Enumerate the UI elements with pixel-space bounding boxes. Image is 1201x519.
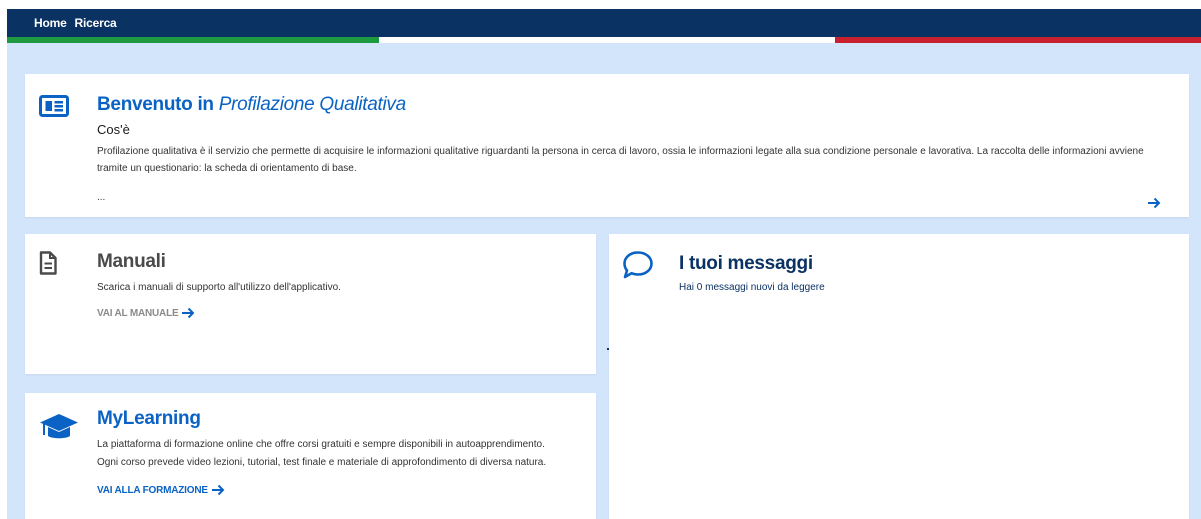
learning-card: MyLearning La piattaforma di formazione … — [25, 393, 596, 519]
decorative-dot — [607, 348, 609, 350]
top-navbar: Home Ricerca — [7, 9, 1201, 37]
nav-ricerca-link[interactable]: Ricerca — [75, 16, 117, 30]
learning-link-label: VAI ALLA FORMAZIONE — [97, 484, 208, 496]
document-icon — [39, 251, 57, 275]
welcome-title: Benvenuto in Profilazione Qualitativa — [97, 94, 406, 116]
welcome-title-prefix: Benvenuto in — [97, 94, 214, 115]
manuali-title: Manuali — [97, 251, 166, 272]
arrow-right-icon — [211, 484, 225, 496]
manuali-description: Scarica i manuali di supporto all'utiliz… — [97, 282, 341, 293]
learning-link[interactable]: VAI ALLA FORMAZIONE — [97, 484, 225, 496]
messaggi-title: I tuoi messaggi — [679, 253, 813, 274]
manuali-card: Manuali Scarica i manuali di supporto al… — [25, 234, 596, 374]
welcome-description: Profilazione qualitativa è il servizio c… — [97, 146, 1144, 174]
manuali-link[interactable]: VAI AL MANUALE — [97, 307, 195, 319]
learning-description-2: Ogni corso prevede video lezioni, tutori… — [97, 457, 547, 468]
welcome-more-arrow-icon[interactable] — [1147, 197, 1161, 209]
messaggi-description: Hai 0 messaggi nuovi da leggere — [679, 282, 825, 293]
newspaper-icon — [39, 95, 69, 117]
welcome-title-app: Profilazione Qualitativa — [218, 94, 406, 115]
arrow-right-icon — [182, 307, 195, 319]
learning-title: MyLearning — [97, 408, 201, 429]
nav-home-link[interactable]: Home — [34, 16, 67, 30]
welcome-subtitle: Cos'è — [97, 122, 130, 137]
manuali-link-label: VAI AL MANUALE — [97, 307, 179, 319]
chat-bubble-icon — [623, 251, 653, 279]
graduation-cap-icon — [40, 414, 78, 439]
welcome-ellipsis: ... — [97, 192, 106, 203]
welcome-card: Benvenuto in Profilazione Qualitativa Co… — [25, 74, 1189, 217]
learning-description-1: La piattaforma di formazione online che … — [97, 439, 545, 450]
messaggi-card: I tuoi messaggi Hai 0 messaggi nuovi da … — [609, 234, 1189, 519]
